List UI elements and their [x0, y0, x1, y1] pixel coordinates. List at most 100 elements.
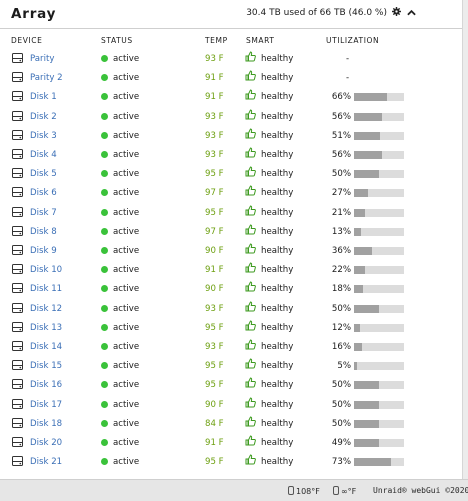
smart-status: healthy — [261, 399, 294, 410]
device-link[interactable]: Disk 16 — [30, 380, 62, 390]
device-temp: 90 F — [205, 246, 224, 256]
device-status: active — [113, 246, 140, 256]
device-link[interactable]: Disk 17 — [30, 400, 62, 410]
utilization-value: 50% — [331, 399, 351, 410]
device-status: active — [113, 92, 140, 103]
hard-drive-icon — [12, 129, 23, 140]
device-status: active — [113, 265, 140, 276]
col-device: DEVICE — [11, 36, 43, 45]
thumbs-up-icon — [245, 358, 256, 369]
thumbs-up-icon — [245, 89, 256, 100]
status-dot-icon — [101, 400, 108, 408]
hard-drive-icon — [12, 225, 23, 236]
utilization-bar-fill — [354, 208, 365, 217]
smart-status: healthy — [261, 380, 294, 391]
device-temp: 97 F — [205, 226, 224, 237]
utilization-bar — [354, 362, 404, 371]
hard-drive-icon — [12, 149, 23, 159]
utilization-bar — [354, 419, 404, 428]
smart-status: healthy — [261, 361, 294, 372]
smart-status: healthy — [261, 73, 294, 84]
utilization-bar — [354, 112, 404, 121]
device-temp: 93 F — [205, 54, 224, 64]
table-row: Disk 3 active 93 F healthy 51% — [0, 127, 462, 146]
table-row: Parity 2 active 91 F healthy - — [0, 69, 462, 88]
hard-drive-icon — [12, 456, 23, 467]
device-link[interactable]: Disk 7 — [30, 208, 57, 218]
device-status: active — [113, 150, 140, 160]
status-dot-icon — [101, 131, 108, 139]
device-link[interactable]: Disk 9 — [30, 246, 57, 256]
smart-status: healthy — [261, 169, 294, 180]
utilization-value: 18% — [331, 284, 351, 295]
utilization-bar — [354, 170, 404, 179]
col-utilization: UTILIZATION — [326, 36, 380, 45]
device-link[interactable]: Disk 13 — [30, 323, 62, 333]
utilization-bar-fill — [354, 323, 360, 332]
status-dot-icon — [101, 247, 108, 254]
status-dot-icon — [101, 381, 108, 389]
col-smart: SMART — [246, 36, 275, 45]
thermometer-icon — [288, 486, 294, 495]
utilization-bar-fill — [354, 93, 387, 102]
device-status: active — [113, 73, 140, 84]
gear-icon[interactable] — [391, 7, 401, 19]
device-link[interactable]: Disk 11 — [30, 284, 62, 294]
utilization-bar-fill — [354, 266, 365, 275]
device-status: active — [113, 111, 140, 122]
chevron-up-icon[interactable] — [407, 8, 416, 19]
thumbs-up-icon — [245, 320, 256, 331]
device-link[interactable]: Parity 2 — [30, 73, 63, 83]
device-link[interactable]: Disk 10 — [30, 265, 62, 275]
col-status: STATUS — [101, 36, 133, 45]
hard-drive-icon — [12, 72, 23, 83]
utilization-bar — [354, 227, 404, 236]
device-link[interactable]: Disk 14 — [30, 342, 62, 352]
thumbs-up-icon — [245, 281, 256, 292]
status-dot-icon — [101, 93, 108, 101]
device-temp: 91 F — [205, 73, 224, 84]
device-link[interactable]: Disk 2 — [30, 112, 57, 122]
smart-status: healthy — [261, 457, 294, 468]
thumbs-up-icon — [245, 147, 256, 158]
status-dot-icon — [101, 55, 108, 62]
table-row: Disk 2 active 93 F healthy 56% — [0, 108, 462, 127]
device-link[interactable]: Disk 3 — [30, 131, 57, 141]
device-link[interactable]: Disk 15 — [30, 361, 62, 371]
utilization-bar-fill — [354, 362, 357, 371]
device-link[interactable]: Disk 1 — [30, 92, 57, 102]
device-status: active — [113, 188, 140, 199]
thumbs-up-icon — [245, 224, 256, 235]
device-link[interactable]: Disk 5 — [30, 169, 57, 179]
thumbs-up-icon — [245, 435, 256, 446]
device-link[interactable]: Disk 4 — [30, 150, 57, 160]
utilization-value: 12% — [331, 322, 351, 333]
utilization-bar-fill — [354, 381, 379, 390]
thumbs-up-icon — [245, 185, 256, 196]
page-title: Array — [11, 6, 57, 22]
smart-status: healthy — [261, 54, 294, 64]
thumbs-up-icon — [245, 377, 256, 388]
device-temp: 93 F — [205, 130, 224, 141]
array-panel: Array 30.4 TB used of 66 TB (46.0 %) DEV… — [0, 0, 463, 479]
status-dot-icon — [101, 151, 108, 158]
device-status: active — [113, 418, 140, 429]
device-link[interactable]: Disk 6 — [30, 188, 57, 198]
smart-status: healthy — [261, 265, 294, 276]
device-link[interactable]: Disk 12 — [30, 304, 62, 314]
device-link[interactable]: Disk 18 — [30, 419, 62, 429]
table-row: Disk 13 active 95 F healthy 12% — [0, 319, 462, 338]
device-link[interactable]: Disk 8 — [30, 227, 57, 237]
status-dot-icon — [101, 419, 108, 427]
device-link[interactable]: Disk 21 — [30, 457, 62, 467]
status-dot-icon — [101, 439, 108, 446]
device-link[interactable]: Disk 20 — [30, 438, 62, 448]
hard-drive-icon — [12, 206, 23, 217]
thumbs-up-icon — [245, 339, 256, 350]
utilization-bar — [354, 400, 404, 409]
status-dot-icon — [101, 266, 108, 274]
utilization-bar-fill — [354, 247, 372, 255]
device-link[interactable]: Parity — [30, 54, 54, 64]
utilization-bar — [354, 458, 404, 467]
hard-drive-icon — [12, 398, 23, 409]
